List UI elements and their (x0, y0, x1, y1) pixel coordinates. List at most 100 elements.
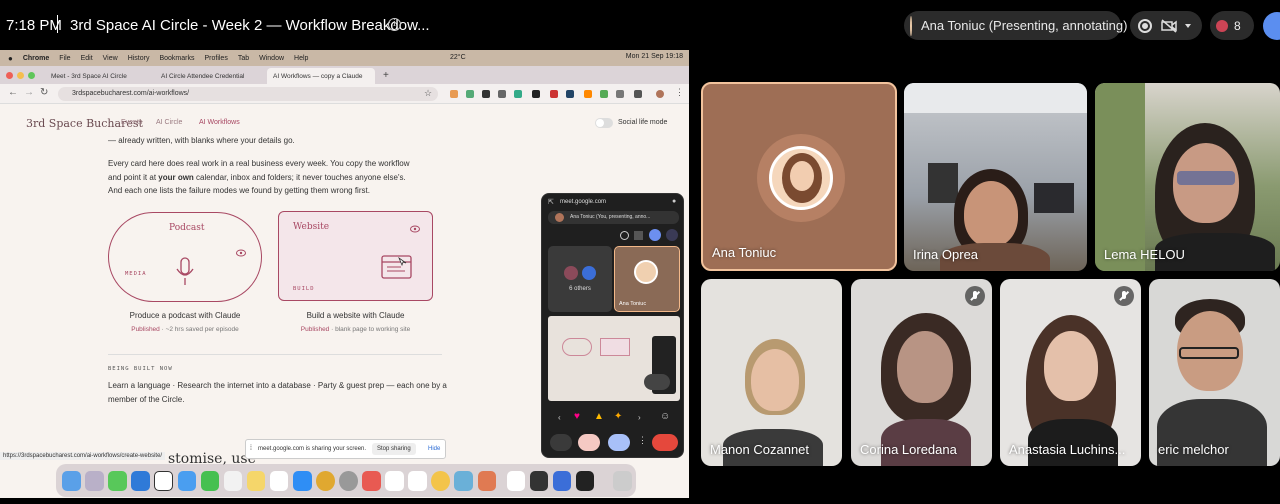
record-icon[interactable] (1138, 18, 1152, 33)
participant-tile[interactable]: Lema HELOU (1095, 83, 1280, 271)
menu-tab[interactable]: Tab (238, 55, 249, 62)
menu-help[interactable]: Help (294, 55, 308, 62)
pip-others-tile[interactable]: 6 others (548, 246, 612, 312)
reaction-next-icon[interactable]: › (638, 413, 641, 422)
settings-icon[interactable] (339, 470, 358, 491)
pip-annotate-icon[interactable] (649, 229, 661, 241)
eye-icon[interactable] (410, 225, 420, 233)
user-menu-button[interactable] (1263, 12, 1280, 40)
reminders-icon[interactable] (223, 470, 243, 491)
meet-pip-window[interactable]: ⇱ meet.google.com ● Ana Toniuc (You, pre… (541, 193, 684, 458)
pip-leave-button[interactable] (652, 434, 678, 451)
claude-icon[interactable] (477, 470, 497, 491)
pip-record-icon[interactable] (620, 231, 629, 240)
extension-icon[interactable] (566, 90, 574, 98)
menu-edit[interactable]: Edit (81, 55, 93, 62)
apple-icon[interactable]: ● (8, 54, 13, 63)
pip-camera-off-icon[interactable] (634, 231, 643, 240)
reaction-prev-icon[interactable]: ‹ (558, 413, 561, 422)
social-life-toggle[interactable] (595, 118, 613, 128)
nav-events[interactable]: Events (121, 119, 142, 126)
notes-icon[interactable] (246, 470, 266, 491)
terminal-icon[interactable] (575, 470, 595, 491)
app-icon[interactable] (552, 470, 572, 491)
extension-icon[interactable] (550, 90, 558, 98)
photos-icon[interactable] (431, 470, 450, 491)
recording-controls[interactable] (1130, 11, 1202, 40)
participant-tile[interactable]: Manon Cozannet (701, 279, 842, 466)
participants-pill[interactable]: 8 (1210, 11, 1254, 40)
extension-icon[interactable] (584, 90, 592, 98)
pip-sparkle-icon[interactable] (666, 229, 678, 241)
preview-icon[interactable] (454, 470, 474, 491)
launchpad-icon[interactable] (85, 470, 104, 491)
participant-tile[interactable]: Anastasia Luchins... (1000, 279, 1141, 466)
reaction-thumbs-icon[interactable]: ▲ (594, 411, 604, 422)
bookmark-star-icon[interactable]: ☆ (424, 88, 432, 99)
extension-icon[interactable] (616, 90, 624, 98)
extension-icon[interactable] (450, 90, 458, 98)
reaction-party-icon[interactable]: ✦ (614, 411, 622, 422)
voice-memos-icon[interactable] (529, 470, 549, 491)
menu-view[interactable]: View (103, 55, 118, 62)
url-input[interactable]: 3rdspacebucharest.com/ai-workflows/ (58, 87, 438, 101)
camera-off-icon[interactable] (1161, 18, 1177, 33)
participant-tile[interactable]: eric melchor (1149, 279, 1280, 466)
forward-icon[interactable]: → (24, 87, 34, 98)
pip-present-button[interactable] (608, 434, 630, 451)
website-caption[interactable]: Build a website with Claude (278, 311, 433, 320)
nav-ai-workflows[interactable]: AI Workflows (199, 119, 240, 126)
menu-window[interactable]: Window (259, 55, 284, 62)
calendar-icon[interactable] (269, 470, 289, 491)
back-icon[interactable]: ← (8, 87, 18, 98)
window-controls[interactable] (6, 71, 39, 79)
app-icon[interactable] (506, 470, 526, 491)
chrome-icon[interactable] (316, 470, 335, 491)
hide-button[interactable]: Hide (428, 446, 440, 452)
notion-icon[interactable] (154, 470, 174, 491)
menu-bookmarks[interactable]: Bookmarks (159, 55, 194, 62)
tab-credential[interactable]: AI Circle Attendee Credential (155, 68, 267, 84)
reload-icon[interactable]: ↻ (40, 87, 48, 98)
stop-sharing-button[interactable]: Stop sharing (372, 443, 416, 455)
extension-icon[interactable] (532, 90, 540, 98)
pip-screen-preview[interactable] (548, 316, 680, 401)
nav-ai-circle[interactable]: AI Circle (156, 119, 182, 126)
info-icon[interactable]: i (388, 18, 401, 31)
extension-icon[interactable] (514, 90, 522, 98)
tab-ai-workflows[interactable]: AI Workflows — copy a Claude (267, 68, 375, 84)
more-icon[interactable]: ⋮ (675, 87, 684, 98)
menu-chrome[interactable]: Chrome (23, 55, 49, 62)
podcast-card[interactable]: Podcast MEDIA (108, 212, 262, 302)
finder-icon[interactable] (62, 470, 81, 491)
add-reaction-icon[interactable]: ☺ (660, 411, 670, 422)
menu-history[interactable]: History (128, 55, 150, 62)
pip-mic-button[interactable] (550, 434, 572, 451)
extension-icon[interactable] (498, 90, 506, 98)
mail-icon[interactable] (177, 470, 197, 491)
trash-icon[interactable] (612, 470, 632, 491)
pip-ana-tile[interactable]: Ana Toniuc (614, 246, 680, 312)
extension-icon[interactable] (600, 90, 608, 98)
messages-icon[interactable] (108, 470, 127, 491)
pip-pen-icon[interactable] (644, 374, 670, 390)
eye-icon[interactable] (236, 249, 246, 257)
extension-icon[interactable] (634, 90, 642, 98)
presenter-pill[interactable]: Ana Toniuc (Presenting, annotating) (904, 11, 1127, 40)
menu-profiles[interactable]: Profiles (204, 55, 227, 62)
reaction-heart-icon[interactable]: ♥ (574, 411, 580, 422)
participant-tile[interactable]: Irina Oprea (904, 83, 1087, 271)
website-card[interactable]: Website BUILD (278, 211, 433, 301)
dropbox-icon[interactable] (131, 470, 150, 491)
menu-file[interactable]: File (59, 55, 70, 62)
slack-icon[interactable] (385, 470, 404, 491)
pip-camera-button[interactable] (578, 434, 600, 451)
app-icon[interactable] (362, 470, 381, 491)
tab-meet[interactable]: Meet - 3rd Space AI Circle (45, 68, 155, 84)
app-store-icon[interactable] (292, 470, 312, 491)
mic-icon[interactable]: ● (672, 198, 676, 205)
pip-more-icon[interactable]: ⋮ (638, 435, 647, 446)
extension-icon[interactable] (466, 90, 474, 98)
participant-tile[interactable]: Ana Toniuc (701, 82, 897, 271)
chevron-down-icon[interactable] (1183, 22, 1193, 30)
